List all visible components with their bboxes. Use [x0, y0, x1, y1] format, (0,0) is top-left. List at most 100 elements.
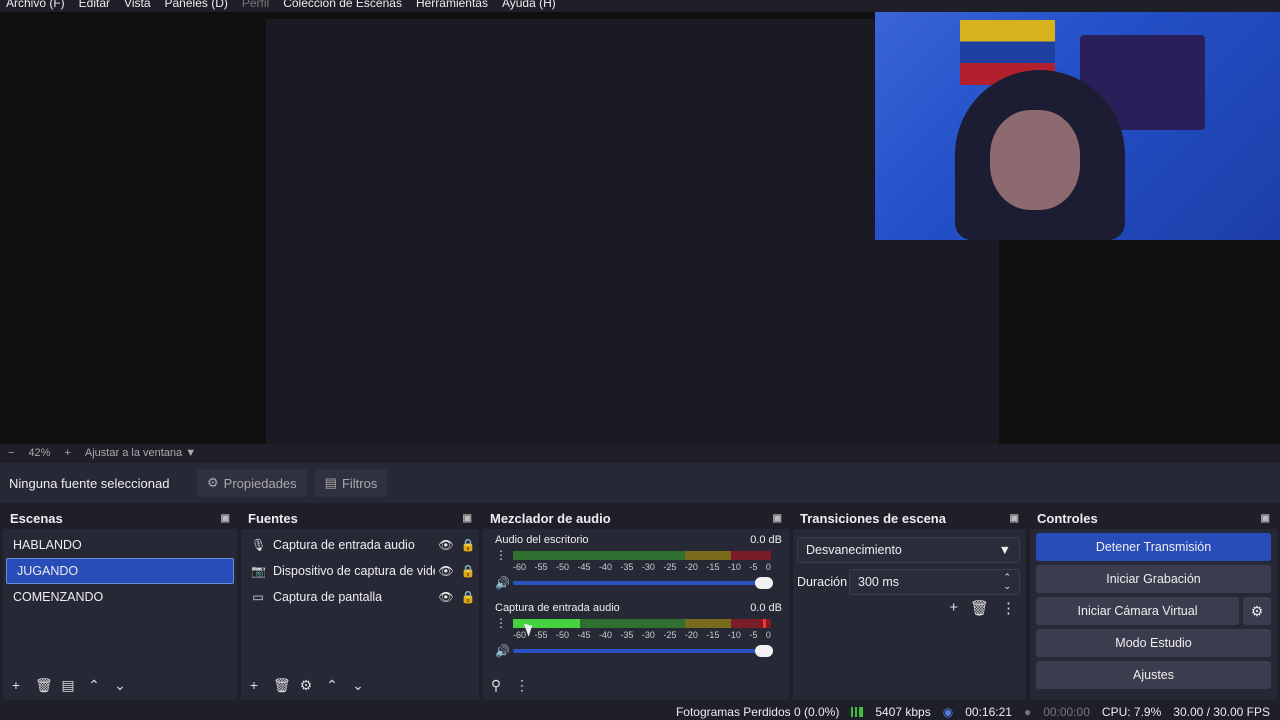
- scene-item-comenzando[interactable]: COMENZANDO: [3, 584, 237, 610]
- record-time: 00:00:00: [1043, 705, 1090, 719]
- speaker-icon[interactable]: 🔊: [495, 644, 513, 658]
- scale-tick: -45: [577, 562, 591, 572]
- add-scene-icon[interactable]: +: [9, 677, 23, 694]
- menu-vista[interactable]: Vista: [124, 0, 150, 12]
- trash-icon[interactable]: 🗑: [273, 677, 291, 694]
- scale-tick: -60: [513, 630, 527, 640]
- person-face: [990, 110, 1080, 210]
- volume-meter: [513, 550, 771, 560]
- scale-tick: -40: [598, 630, 612, 640]
- filter-icon[interactable]: ▤: [61, 677, 75, 694]
- transition-select[interactable]: Desvanecimiento ▼: [797, 537, 1020, 563]
- trash-icon[interactable]: 🗑: [970, 599, 989, 617]
- gear-icon[interactable]: ⚙: [1243, 597, 1271, 625]
- undock-icon[interactable]: ▣: [463, 513, 472, 524]
- audio-mixer-dock: Mezclador de audio ▣ Audio del escritori…: [483, 507, 789, 700]
- undock-icon[interactable]: ▣: [1010, 513, 1019, 524]
- zoom-out-button[interactable]: −: [8, 447, 14, 459]
- preview-canvas[interactable]: [0, 12, 1280, 444]
- slider-knob[interactable]: [755, 577, 773, 589]
- filters-button[interactable]: ▤ Filtros: [314, 469, 388, 497]
- scale-tick: -25: [663, 630, 677, 640]
- start-virtual-camera-button[interactable]: Iniciar Cámara Virtual: [1036, 597, 1239, 625]
- chevron-down-icon[interactable]: ⌄: [113, 677, 127, 694]
- lock-icon[interactable]: 🔒: [457, 590, 479, 604]
- channel-name: Audio del escritorio: [495, 534, 589, 546]
- eye-icon[interactable]: 👁: [435, 538, 457, 552]
- menu-paneles[interactable]: Paneles (D): [165, 0, 228, 12]
- properties-button[interactable]: ⚙ Propiedades: [197, 469, 307, 497]
- zoom-fit-select[interactable]: Ajustar a la ventana ▼: [85, 447, 196, 459]
- source-name: Captura de pantalla: [273, 590, 383, 604]
- channel-header: Audio del escritorio 0.0 dB: [483, 534, 789, 548]
- chevron-up-icon[interactable]: ⌃: [325, 677, 339, 694]
- broadcast-icon: ◉: [942, 705, 954, 719]
- zoom-in-button[interactable]: +: [64, 447, 70, 459]
- gear-icon[interactable]: ⚙: [299, 677, 313, 694]
- more-vertical-icon[interactable]: ⋮: [1001, 599, 1016, 617]
- meter-scale: -60 -55 -50 -45 -40 -35 -30 -25 -20 -15 -10 -5 0: [513, 630, 771, 642]
- chevron-down-icon[interactable]: ⌄: [351, 677, 365, 694]
- scene-list: HABLANDO JUGANDO COMENZANDO: [3, 529, 237, 610]
- scene-item-hablando[interactable]: HABLANDO: [3, 532, 237, 558]
- menu-herramientas[interactable]: Herramientas: [416, 0, 488, 12]
- volume-slider[interactable]: [513, 577, 773, 589]
- scale-tick: -50: [555, 562, 569, 572]
- scale-tick: 0: [765, 630, 771, 640]
- transitions-title: Transiciones de escena: [800, 510, 946, 526]
- transition-value: Desvanecimiento: [806, 543, 902, 557]
- scene-item-jugando[interactable]: JUGANDO: [6, 558, 234, 584]
- controls-dock-header: Controles ▣: [1030, 507, 1277, 529]
- menu-perfil[interactable]: Perfil: [242, 0, 269, 12]
- meter-row: ⋮: [483, 548, 789, 562]
- source-list: 🎙 Captura de entrada audio 👁 🔒 📷 Disposi…: [241, 529, 479, 610]
- scale-tick: -45: [577, 630, 591, 640]
- add-source-icon[interactable]: +: [247, 677, 261, 694]
- scale-tick: -30: [641, 630, 655, 640]
- more-vertical-icon[interactable]: ⋮: [495, 548, 513, 562]
- studio-mode-button[interactable]: Modo Estudio: [1036, 629, 1271, 657]
- scale-tick: -40: [598, 562, 612, 572]
- duration-input[interactable]: 300 ms ⌃ ⌄: [849, 569, 1020, 595]
- spinner-arrows-icon[interactable]: ⌃ ⌄: [1003, 573, 1011, 591]
- scale-tick: -30: [641, 562, 655, 572]
- source-item-audio-input[interactable]: 🎙 Captura de entrada audio 👁 🔒: [241, 532, 479, 558]
- lock-icon[interactable]: 🔒: [457, 564, 479, 578]
- scale-tick: -55: [534, 630, 548, 640]
- sources-title: Fuentes: [248, 510, 298, 526]
- stop-stream-button[interactable]: Detener Transmisión: [1036, 533, 1271, 561]
- zoom-bar: − 42% + Ajustar a la ventana ▼: [0, 444, 1280, 462]
- zoom-fit-label: Ajustar a la ventana: [84, 447, 183, 459]
- speaker-icon[interactable]: 🔊: [495, 576, 513, 590]
- source-item-video-capture[interactable]: 📷 Dispositivo de captura de vide 👁 🔒: [241, 558, 479, 584]
- volume-row: 🔊: [483, 642, 789, 660]
- add-transition-icon[interactable]: +: [949, 599, 958, 617]
- start-recording-button[interactable]: Iniciar Grabación: [1036, 565, 1271, 593]
- lock-icon[interactable]: 🔒: [457, 538, 479, 552]
- scenes-toolbar: + 🗑 ▤ ⌃ ⌄: [9, 677, 127, 694]
- slider-knob[interactable]: [755, 645, 773, 657]
- duration-value: 300 ms: [858, 575, 899, 589]
- zoom-value: 42%: [28, 447, 51, 459]
- menu-ayuda[interactable]: Ayuda (H): [502, 0, 556, 12]
- controls-title: Controles: [1037, 510, 1098, 526]
- volume-slider[interactable]: [513, 645, 773, 657]
- trash-icon[interactable]: 🗑: [35, 677, 53, 694]
- sources-dock-header: Fuentes ▣: [241, 507, 479, 529]
- settings-button[interactable]: Ajustes: [1036, 661, 1271, 689]
- source-item-screen-capture[interactable]: ▭ Captura de pantalla 👁 🔒: [241, 584, 479, 610]
- chevron-up-icon[interactable]: ⌃: [87, 677, 101, 694]
- menu-coleccion-escenas[interactable]: Colección de Escenas: [283, 0, 402, 12]
- link-icon[interactable]: ⚲: [489, 677, 503, 694]
- undock-icon[interactable]: ▣: [221, 513, 230, 524]
- channel-header: Captura de entrada audio 0.0 dB: [483, 602, 789, 616]
- source-name: Dispositivo de captura de vide: [273, 564, 435, 578]
- eye-icon[interactable]: 👁: [435, 564, 457, 578]
- more-vertical-icon[interactable]: ⋮: [515, 677, 529, 694]
- undock-icon[interactable]: ▣: [1261, 513, 1270, 524]
- menu-editar[interactable]: Editar: [79, 0, 110, 12]
- eye-icon[interactable]: 👁: [435, 590, 457, 604]
- undock-icon[interactable]: ▣: [773, 513, 782, 524]
- more-vertical-icon[interactable]: ⋮: [495, 616, 513, 630]
- menu-archivo[interactable]: Archivo (F): [6, 0, 65, 12]
